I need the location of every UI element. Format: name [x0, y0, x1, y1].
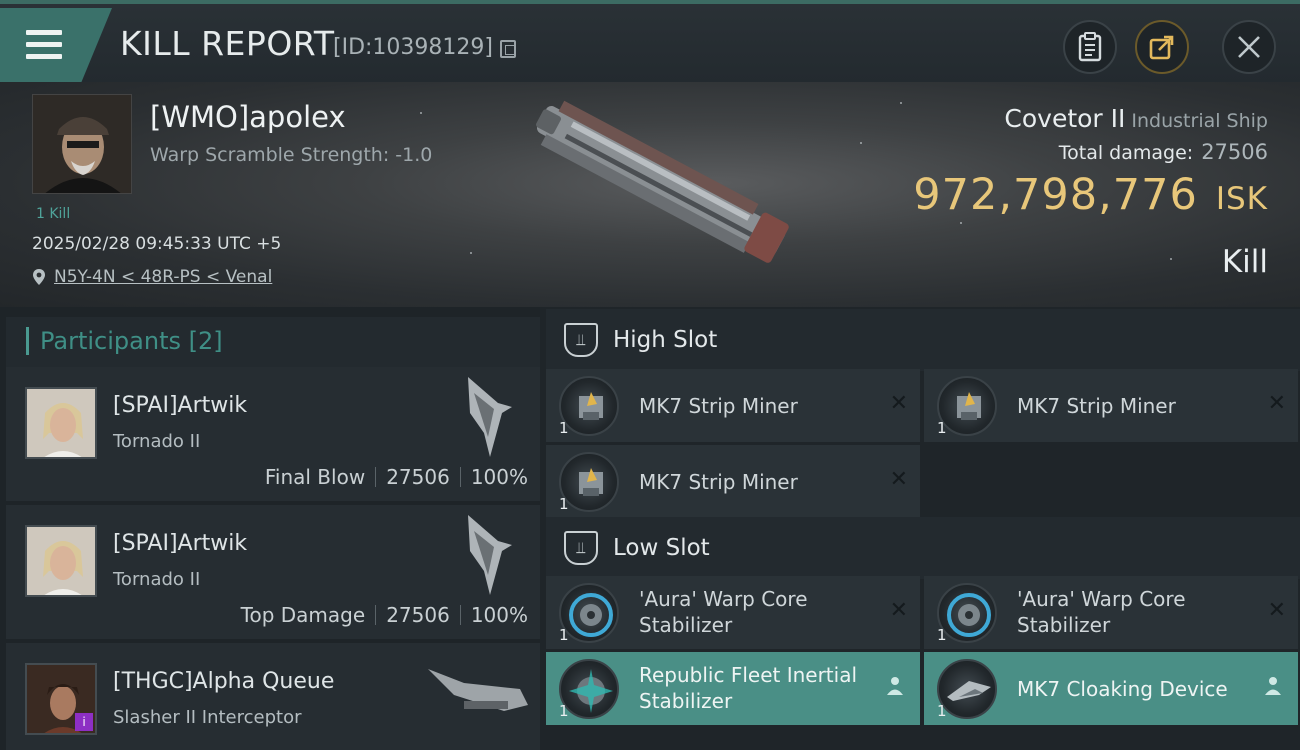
- isk-unit: ISK: [1215, 181, 1268, 217]
- module-item[interactable]: 1 'Aura' Warp Core Stabilizer ✕: [546, 576, 920, 649]
- participant-percent: 100%: [470, 603, 528, 627]
- participant-stats: Top Damage 27506 100%: [241, 603, 528, 627]
- participant-avatar[interactable]: [25, 525, 97, 597]
- close-button[interactable]: [1222, 20, 1276, 74]
- share-button[interactable]: [1135, 20, 1189, 74]
- module-name: Republic Fleet Inertial Stabilizer: [639, 663, 858, 713]
- destroyed-x-icon: ✕: [889, 598, 908, 623]
- participant-name[interactable]: [SPAI]Artwik: [113, 393, 247, 418]
- module-name: MK7 Strip Miner: [639, 394, 798, 418]
- high-slot-header: ⫫ High Slot: [546, 309, 1300, 371]
- participant-ship-image: [428, 669, 528, 711]
- module-item[interactable]: 1 Republic Fleet Inertial Stabilizer: [546, 652, 920, 725]
- module-qty: 1: [937, 419, 947, 437]
- ship-class: Industrial Ship: [1131, 110, 1268, 132]
- share-icon: [1149, 35, 1174, 60]
- participant-ship-image: [468, 515, 512, 595]
- high-slot-label: High Slot: [613, 327, 718, 353]
- participant-damage: 27506: [386, 465, 450, 489]
- module-qty: 1: [559, 626, 569, 644]
- participant-ship-image: [468, 377, 512, 457]
- high-slot-icon: ⫫: [564, 323, 598, 357]
- header: KILL REPORT [ID:10398129]: [0, 0, 1300, 84]
- participant-name[interactable]: [SPAI]Artwik: [113, 531, 247, 556]
- clipboard-icon: [1078, 32, 1102, 62]
- kill-location[interactable]: N5Y-4N < 48R-PS < Venal: [32, 267, 272, 287]
- fittings-panel: ⫫ High Slot 1 MK7 Strip Miner ✕ 1 MK7 St…: [540, 307, 1300, 750]
- participants-panel: Participants [2] [SPAI]Artwik Tornado II…: [0, 307, 540, 750]
- total-damage-label: Total damage:: [1058, 142, 1194, 164]
- participant-ship: Tornado II: [113, 569, 201, 590]
- participant-avatar[interactable]: i: [25, 663, 97, 735]
- module-name: 'Aura' Warp Core Stabilizer: [639, 587, 808, 637]
- module-name: MK7 Cloaking Device: [1017, 677, 1228, 701]
- module-item[interactable]: 1 MK7 Strip Miner ✕: [924, 369, 1298, 442]
- module-item[interactable]: 1 MK7 Strip Miner ✕: [546, 369, 920, 442]
- participant-ship: Tornado II: [113, 431, 201, 452]
- location-link[interactable]: N5Y-4N < 48R-PS < Venal: [54, 267, 272, 287]
- ship-name: Covetor II: [1004, 104, 1126, 133]
- module-item[interactable]: 1 MK7 Strip Miner ✕: [546, 445, 920, 518]
- module-item[interactable]: 1 'Aura' Warp Core Stabilizer ✕: [924, 576, 1298, 649]
- victim-ship-image: [536, 100, 789, 263]
- person-icon: [1265, 677, 1281, 695]
- participant-avatar[interactable]: [25, 387, 97, 459]
- destroyed-x-icon: ✕: [1267, 391, 1286, 416]
- menu-button[interactable]: [0, 8, 112, 84]
- module-qty: 1: [559, 702, 569, 720]
- module-item[interactable]: 1 MK7 Cloaking Device: [924, 652, 1298, 725]
- participants-header: Participants [2]: [6, 317, 540, 367]
- result-label: Kill: [1221, 244, 1268, 280]
- participant-card[interactable]: [SPAI]Artwik Tornado II Top Damage 27506…: [6, 505, 540, 639]
- participant-card[interactable]: i [THGC]Alpha Queue Slasher II Intercept…: [6, 643, 540, 750]
- participant-damage: 27506: [386, 603, 450, 627]
- victim-avatar[interactable]: [32, 94, 132, 194]
- participant-role: Top Damage: [240, 603, 366, 627]
- report-id: [ID:10398129]: [333, 35, 493, 60]
- kill-timestamp: 2025/02/28 09:45:33 UTC +5: [32, 234, 282, 254]
- low-slot-header: ⫫ Low Slot: [546, 517, 1300, 579]
- module-qty: 1: [937, 626, 947, 644]
- total-damage-value: 27506: [1201, 140, 1268, 164]
- kill-count: 1 Kill: [36, 206, 71, 222]
- participant-stats: Final Blow 27506 100%: [265, 465, 528, 489]
- isk-value: 972,798,776 ISK: [913, 170, 1268, 220]
- report-button[interactable]: [1063, 20, 1117, 74]
- module-name: MK7 Strip Miner: [1017, 394, 1176, 418]
- participant-ship: Slasher II Interceptor: [113, 707, 302, 728]
- destroyed-x-icon: ✕: [889, 391, 908, 416]
- destroyed-x-icon: ✕: [1267, 598, 1286, 623]
- participant-card[interactable]: [SPAI]Artwik Tornado II Final Blow 27506…: [6, 367, 540, 501]
- victim-name[interactable]: [WMO]apolex: [150, 100, 346, 134]
- copy-icon[interactable]: [500, 40, 516, 58]
- victim-ship: Covetor II Industrial Ship: [1004, 104, 1268, 133]
- participant-name[interactable]: [THGC]Alpha Queue: [113, 669, 334, 694]
- module-name: 'Aura' Warp Core Stabilizer: [1017, 587, 1186, 637]
- module-qty: 1: [559, 495, 569, 513]
- low-slot-icon: ⫫: [564, 531, 598, 565]
- low-slot-label: Low Slot: [613, 535, 710, 561]
- page-title: KILL REPORT: [120, 24, 335, 63]
- person-icon: [887, 677, 903, 695]
- total-damage: Total damage: 27506: [1059, 140, 1268, 164]
- destroyed-x-icon: ✕: [889, 467, 908, 492]
- module-name: MK7 Strip Miner: [639, 470, 798, 494]
- menu-icon: [26, 30, 62, 60]
- module-qty: 1: [937, 702, 947, 720]
- info-badge: i: [75, 713, 93, 731]
- close-icon: [1238, 36, 1260, 58]
- victim-summary: [WMO]apolex Warp Scramble Strength: -1.0…: [0, 82, 1300, 307]
- warp-scramble-strength: Warp Scramble Strength: -1.0: [150, 144, 433, 166]
- module-qty: 1: [559, 419, 569, 437]
- location-pin-icon: [33, 269, 45, 285]
- participant-role: Final Blow: [264, 465, 366, 489]
- participant-percent: 100%: [470, 465, 528, 489]
- participants-label: Participants [2]: [40, 327, 223, 355]
- isk-amount: 972,798,776: [913, 170, 1198, 220]
